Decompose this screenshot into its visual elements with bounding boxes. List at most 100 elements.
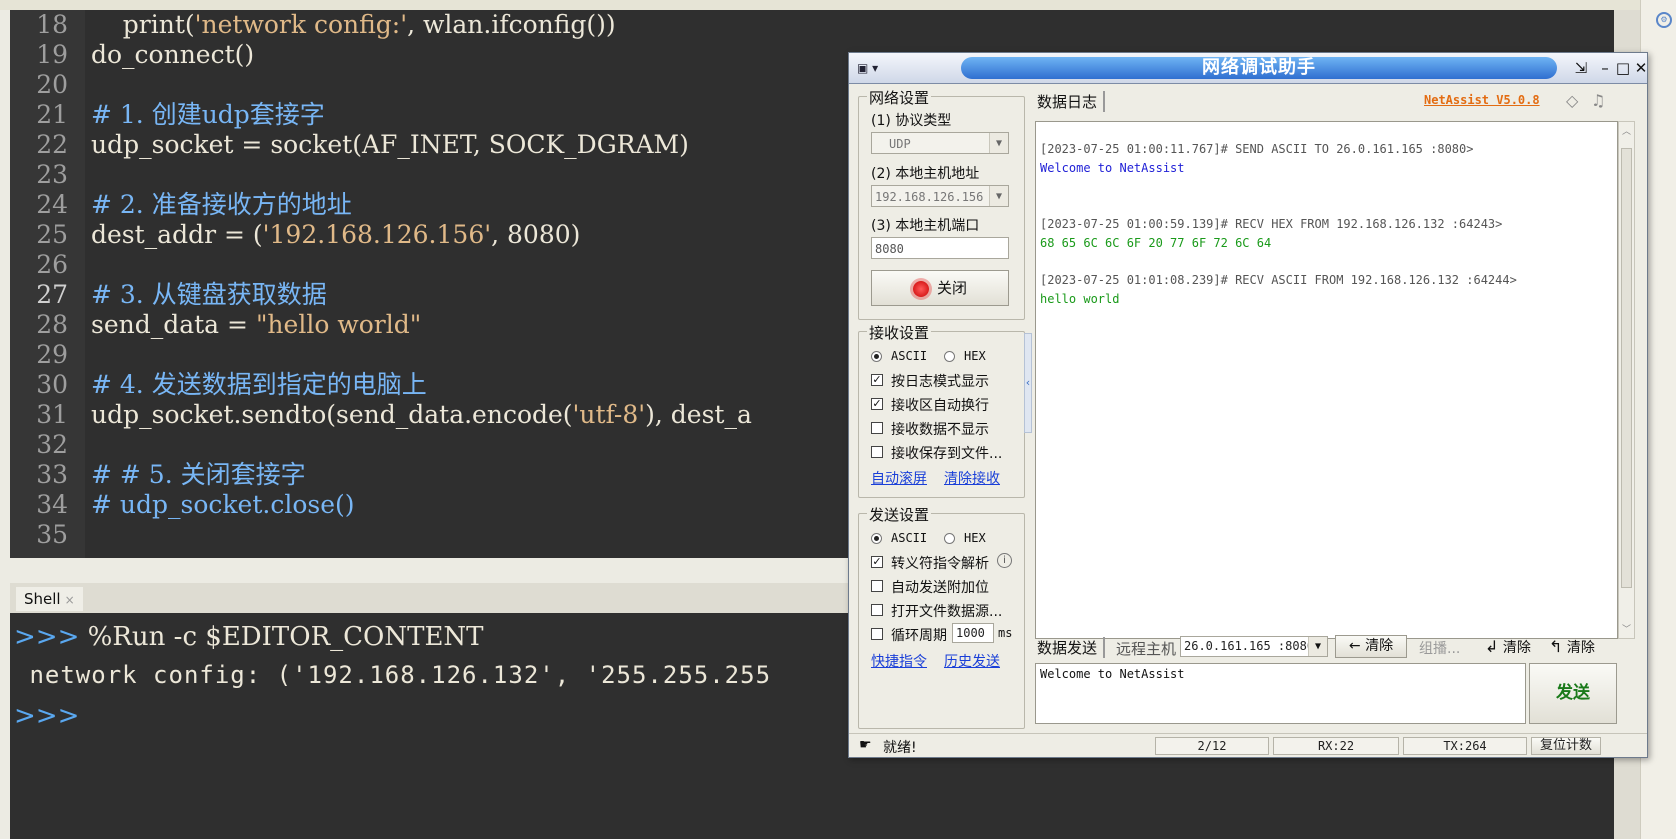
line-number: 35 bbox=[36, 520, 68, 549]
receive-log-area[interactable]: [2023-07-25 01:00:11.767]# SEND ASCII TO… bbox=[1035, 121, 1618, 639]
close-window-button[interactable]: ✕ bbox=[1631, 59, 1651, 77]
status-bar: ☛ 就绪! 2/12 RX:22 TX:264 复位计数 bbox=[849, 733, 1647, 758]
code-text: udp_socket = socket(AF_INET, SOCK_DGRAM) bbox=[91, 130, 689, 160]
log-scrollbar[interactable]: ︿ ﹀ bbox=[1618, 121, 1635, 639]
port-input[interactable]: 8080 bbox=[871, 237, 1009, 259]
clear-send-button[interactable]: ↲ 清除 bbox=[1485, 637, 1531, 657]
code-text: dest_addr = ('192.168.126.156', 8080) bbox=[91, 220, 580, 250]
clear-all-button[interactable]: ↰ 清除 bbox=[1549, 637, 1595, 657]
host-value: 192.168.126.156 bbox=[875, 190, 984, 204]
code-line[interactable]: 18 print('network config:', wlan.ifconfi… bbox=[10, 10, 1614, 40]
clear-receive-link[interactable]: 清除接收 bbox=[944, 468, 1000, 488]
chevron-down-icon[interactable]: ▼ bbox=[1308, 637, 1327, 656]
panel-toggle-icon[interactable]: ⚙ bbox=[1656, 12, 1672, 28]
collapse-panel-icon[interactable]: ‹ bbox=[1024, 333, 1032, 433]
protocol-value: UDP bbox=[889, 137, 911, 151]
log-mode-checkbox[interactable]: ✓ bbox=[871, 374, 883, 386]
arrow-left-icon: ← bbox=[1348, 638, 1361, 654]
save-to-file-checkbox[interactable] bbox=[871, 446, 883, 458]
chevron-up-icon[interactable]: ︿ bbox=[1622, 124, 1631, 137]
minimize-button[interactable]: – bbox=[1595, 59, 1615, 77]
protocol-select[interactable]: UDP ▼ bbox=[871, 132, 1009, 154]
close-connection-button[interactable]: 关闭 bbox=[871, 270, 1009, 306]
bell-icon[interactable]: ♫ bbox=[1591, 91, 1605, 110]
code-comment: # 1. 创建udp套接字 bbox=[91, 100, 325, 130]
recv-hex-radio[interactable] bbox=[944, 351, 955, 362]
recv-ascii-radio[interactable] bbox=[871, 351, 882, 362]
host-label: (2) 本地主机地址 bbox=[871, 166, 980, 182]
close-button-label: 关闭 bbox=[936, 279, 967, 297]
tab-data-send[interactable]: 数据发送 bbox=[1037, 637, 1106, 658]
code-comment: # udp_socket.close() bbox=[91, 490, 355, 520]
tab-shell[interactable]: Shell × bbox=[16, 587, 83, 611]
diamond-icon[interactable]: ◇ bbox=[1566, 91, 1578, 110]
status-text: 就绪! bbox=[883, 740, 917, 756]
shell-command: %Run -c $EDITOR_CONTENT bbox=[79, 622, 484, 652]
code-token: ), dest_a bbox=[645, 400, 752, 429]
shortcut-commands-link[interactable]: 快捷指令 bbox=[871, 651, 927, 671]
hide-data-checkbox[interactable] bbox=[871, 422, 883, 434]
chevron-down-icon[interactable]: ﹀ bbox=[1622, 622, 1631, 635]
clear-remote-button[interactable]: ← 清除 bbox=[1335, 635, 1407, 658]
brand-link[interactable]: NetAssist V5.0.8 bbox=[1424, 93, 1540, 107]
clear-label: 清除 bbox=[1502, 640, 1531, 656]
pointer-hand-icon: ☛ bbox=[859, 737, 872, 753]
code-token: udp_socket = socket(AF_INET, SOCK_DGRAM) bbox=[91, 130, 689, 159]
auto-scroll-link[interactable]: 自动滚屏 bbox=[871, 468, 927, 488]
period-input[interactable]: 1000 bbox=[952, 623, 994, 643]
save-to-file-label: 接收保存到文件... bbox=[891, 446, 1003, 462]
pin-icon[interactable]: ⇲ bbox=[1571, 59, 1591, 77]
auto-append-checkbox[interactable] bbox=[871, 580, 883, 592]
string-literal: '192.168.126.156' bbox=[262, 220, 492, 249]
line-number: 21 bbox=[36, 100, 68, 129]
netassist-window: ▣ ▾ 网络调试助手 ⇲ – □ ✕ 网络设置 (1) 协议类型 UDP ▼ (… bbox=[848, 52, 1648, 758]
loop-period-checkbox[interactable] bbox=[871, 628, 883, 640]
port-label: (3) 本地主机端口 bbox=[871, 218, 980, 234]
info-icon[interactable]: i bbox=[997, 553, 1012, 568]
close-icon[interactable]: × bbox=[65, 593, 75, 607]
maximize-button[interactable]: □ bbox=[1613, 59, 1633, 77]
rx-counter: RX:22 bbox=[1273, 737, 1399, 755]
hide-data-label: 接收数据不显示 bbox=[891, 422, 989, 438]
packet-count: 2/12 bbox=[1155, 737, 1269, 755]
file-source-label: 打开文件数据源... bbox=[891, 604, 1003, 620]
code-token: # udp_socket.close() bbox=[91, 490, 355, 519]
code-text: send_data = "hello world" bbox=[91, 310, 421, 340]
chevron-down-icon[interactable]: ▼ bbox=[989, 133, 1008, 153]
remote-host-select[interactable]: 26.0.161.165 :8080 ▼ bbox=[1180, 636, 1328, 657]
code-comment: # # 5. 关闭套接字 bbox=[91, 460, 306, 490]
file-source-checkbox[interactable] bbox=[871, 604, 883, 616]
up-arrow-icon: ↰ bbox=[1549, 637, 1563, 656]
host-address-select[interactable]: 192.168.126.156 ▼ bbox=[871, 185, 1009, 207]
code-token: do_connect() bbox=[91, 40, 255, 69]
send-history-link[interactable]: 历史发送 bbox=[944, 651, 1000, 671]
send-text-area[interactable]: Welcome to NetAssist bbox=[1035, 663, 1526, 724]
system-menu[interactable]: ▣ ▾ bbox=[857, 57, 917, 79]
shell-prompt[interactable]: >>> bbox=[14, 699, 79, 733]
send-button[interactable]: 发送 bbox=[1529, 663, 1617, 724]
loop-period-label: 循环周期 bbox=[891, 628, 947, 644]
scrollbar-thumb[interactable] bbox=[1621, 148, 1632, 588]
auto-wrap-checkbox[interactable]: ✓ bbox=[871, 398, 883, 410]
log-line: [2023-07-25 01:00:59.139]# RECV HEX FROM… bbox=[1040, 217, 1503, 231]
reset-counter-button[interactable]: 复位计数 bbox=[1531, 737, 1601, 755]
tab-data-log[interactable]: 数据日志 bbox=[1037, 91, 1106, 112]
code-token: , 8080) bbox=[491, 220, 581, 249]
log-line: 68 65 6C 6C 6F 20 77 6F 72 6C 64 bbox=[1040, 236, 1272, 250]
code-text: udp_socket.sendto(send_data.encode('utf-… bbox=[91, 400, 752, 430]
multicast-button[interactable]: 组播... bbox=[1419, 638, 1460, 658]
group-label: 接收设置 bbox=[867, 322, 932, 343]
title-bar[interactable]: ▣ ▾ 网络调试助手 ⇲ – □ ✕ bbox=[849, 53, 1647, 84]
remote-host-value: 26.0.161.165 :8080 bbox=[1184, 639, 1315, 653]
log-line: [2023-07-25 01:00:11.767]# SEND ASCII TO… bbox=[1040, 142, 1474, 156]
protocol-label: (1) 协议类型 bbox=[871, 113, 952, 129]
line-number: 23 bbox=[36, 160, 68, 189]
line-number: 31 bbox=[36, 400, 68, 429]
escape-parse-checkbox[interactable]: ✓ bbox=[871, 556, 883, 568]
send-hex-radio[interactable] bbox=[944, 533, 955, 544]
chevron-down-icon[interactable]: ▼ bbox=[989, 186, 1008, 206]
line-number: 32 bbox=[36, 430, 68, 459]
remote-host-label: 远程主机 bbox=[1116, 640, 1177, 658]
send-ascii-radio[interactable] bbox=[871, 533, 882, 544]
code-token: # 2. 准备接收方的地址 bbox=[91, 190, 352, 219]
